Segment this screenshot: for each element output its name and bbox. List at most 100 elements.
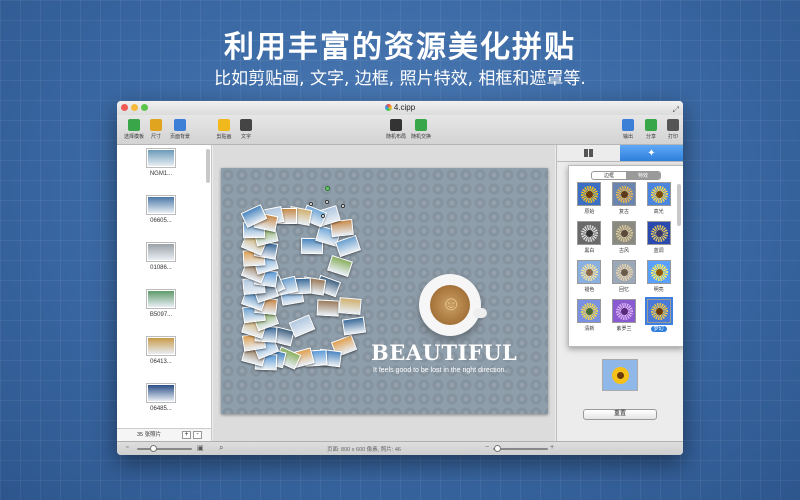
sunflower-center [655,230,663,237]
filter-label: 黑白 [584,248,595,254]
export-icon [622,119,634,131]
collage-photo[interactable] [327,254,353,278]
filter-option[interactable]: 褪色 [572,260,607,293]
remove-photo-button[interactable]: - [193,431,202,439]
sunflower-icon [581,225,599,242]
photo-filename: 06605... [150,218,172,224]
filter-thumbnail [611,221,636,245]
sunflower-icon [615,303,633,320]
zoom-slider-knob[interactable] [494,445,501,452]
photo-thumbnail [147,290,175,308]
zoom-icon[interactable]: ⌕ [219,443,223,453]
print-icon [667,119,679,131]
photo-filename: NGM1... [149,171,173,177]
photo-list-item[interactable]: 06485... [117,380,205,427]
promo-subheadline: 比如剪贴画, 文字, 边框, 照片特效, 相框和遮罩等. [214,69,586,89]
toolbar-label: 打印 [667,134,678,140]
filter-option[interactable]: 古风 [607,221,642,254]
filter-thumbnail [577,299,602,323]
filter-option[interactable]: 原始 [572,182,607,215]
filter-option[interactable]: 回忆 [607,260,642,293]
effect-preview [602,359,638,391]
zoom-out-button[interactable]: − [485,444,489,451]
segment-0[interactable]: 边框 [592,172,626,179]
collage-photo[interactable] [341,316,367,336]
minimize-button[interactable] [131,104,138,111]
add-photo-button[interactable]: + [182,431,191,439]
photo-list-item[interactable]: 01086... [117,239,205,286]
filter-option[interactable]: 高光 [641,182,676,215]
collage-canvas[interactable]: ☺ BEAUTIFUL It feels good to be lost in … [221,168,548,414]
filter-thumbnail [611,260,636,284]
shuffle-icon [415,119,427,131]
zoom-in-button[interactable]: + [550,444,554,451]
filter-scrollbar[interactable] [677,184,681,226]
filter-option[interactable]: 梦幻 [641,299,676,332]
tab-layout[interactable] [557,145,620,161]
resize-handle[interactable] [341,204,345,208]
filter-option[interactable]: 蓝调 [641,221,676,254]
preview-flower-icon [612,367,629,384]
sunflower-icon [581,264,599,281]
coffee-surface: ☺ [430,285,470,325]
filter-option[interactable]: 明亮 [641,260,676,293]
rotate-handle[interactable] [325,186,330,191]
titlebar: 4.cipp ⤢ [117,101,683,115]
toolbar-label: 文字 [240,134,251,140]
zoom-slider[interactable] [493,448,548,450]
sunflower-icon [615,225,633,242]
collage-photo[interactable] [316,299,340,317]
filter-option[interactable]: 复古 [607,182,642,215]
sidebar-scrollbar[interactable] [206,149,210,183]
photo-list-item[interactable]: NGM1... [117,145,205,192]
toolbar-background-button[interactable]: 页面背景 [165,119,195,140]
segment-1[interactable]: 特效 [626,172,660,179]
photo-filename: B5097... [149,312,173,318]
collage-photo[interactable] [288,314,316,338]
filter-option[interactable]: 黑白 [572,221,607,254]
star-icon [218,119,230,131]
photo-list-item[interactable]: B5097... [117,286,205,333]
resize-handle[interactable] [309,202,313,206]
collage-photo[interactable] [334,234,362,258]
document-icon [384,104,392,111]
canvas-headline-text[interactable]: BEAUTIFUL [371,340,517,365]
filter-thumbnail [611,299,636,323]
toolbar: 选择模板 尺寸 页面背景 剪贴画 文字 随机布局 随机交换 输出 分享 打印 [117,115,683,145]
coffee-cup-clipart[interactable]: ☺ [419,274,487,336]
filter-thumbnail [577,182,602,206]
canvas-tagline-text[interactable]: It feels good to be lost in the right di… [373,367,506,374]
photo-filename: 01086... [150,265,172,271]
inspector-tabs: ✦ [557,145,683,162]
sunflower-icon [615,186,633,203]
filter-label: 褪色 [584,287,595,293]
zoom-button[interactable] [141,104,148,111]
sunflower-icon [650,225,668,242]
photo-list-item[interactable]: 06605... [117,192,205,239]
filter-option[interactable]: 清新 [572,299,607,332]
reset-button[interactable]: 重置 [583,409,657,420]
filter-popover: 边框 特效 原始 复古 高光黑白 古风 蓝调褪色 回忆 明亮清新 紫罗兰 梦幻 [568,165,683,347]
page-info: 页面: 800 x 600 像素, 照片: 46 [327,447,401,453]
collage-photo[interactable] [338,297,362,315]
thumbnail-size-slider[interactable] [137,448,192,450]
grid-icon [584,149,593,157]
filter-option[interactable]: 紫罗兰 [607,299,642,332]
photo-list[interactable]: NGM1... 06605... 01086... B5097... 06413... 0… [117,145,205,428]
thumbnail-size-knob[interactable] [150,445,157,452]
window-title: 4.cipp [393,103,416,112]
close-button[interactable] [121,104,128,111]
sunflower-center [655,308,663,315]
resize-handle[interactable] [321,214,325,218]
toolbar-shuffle-button[interactable]: 随机交换 [406,119,436,140]
sunflower-center [620,191,628,198]
sunflower-center [586,230,594,237]
resize-handle[interactable] [325,200,329,204]
photo-list-item[interactable]: 06413... [117,333,205,380]
tab-effects[interactable]: ✦ [620,145,683,161]
toolbar-text-button[interactable]: 文字 [231,119,261,140]
filter-thumbnail [646,299,671,323]
toolbar-print-button[interactable]: 打印 [658,119,683,140]
photo-thumbnail [147,196,175,214]
photo-thumbnail [147,149,175,167]
